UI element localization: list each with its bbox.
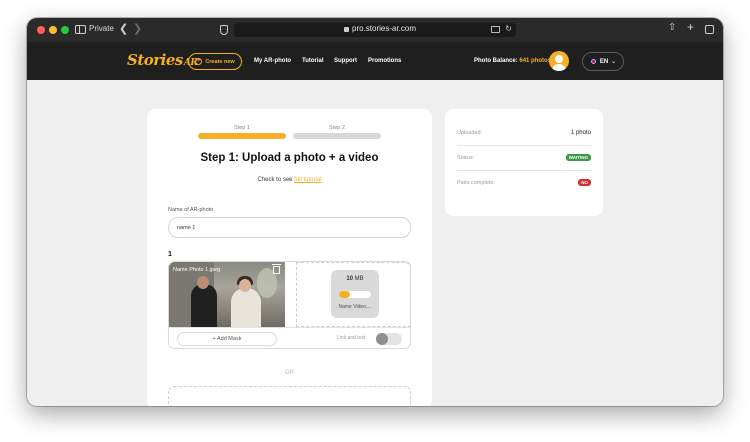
step-2-bar bbox=[293, 133, 381, 139]
user-avatar[interactable] bbox=[549, 51, 569, 71]
link-and-text-label: Link and text bbox=[337, 335, 366, 341]
photo-balance-value: 641 photos bbox=[519, 58, 552, 64]
step-2-label: Step 2 bbox=[329, 125, 345, 131]
step-1-label: Step 1 bbox=[234, 125, 250, 131]
site-header: StoriesAR + Create new My AR-photo Tutor… bbox=[27, 42, 723, 80]
plus-circle-icon: + bbox=[195, 58, 203, 65]
nav-tutorial[interactable]: Tutorial bbox=[302, 58, 324, 64]
link-and-text-toggle[interactable] bbox=[376, 333, 402, 345]
zoom-window-button[interactable] bbox=[61, 26, 69, 34]
page-title: Step 1: Upload a photo + a video bbox=[200, 152, 379, 164]
language-selector[interactable]: EN ⌄ bbox=[582, 52, 624, 71]
chevron-down-icon: ⌄ bbox=[611, 59, 617, 65]
new-tab-icon[interactable]: + bbox=[687, 20, 694, 34]
pairs-complete-row: Pairs complete: NO bbox=[457, 171, 591, 196]
item-index: 1 bbox=[168, 251, 172, 258]
uploaded-value: 1 photo bbox=[570, 130, 591, 136]
address-bar[interactable]: pro.stories-ar.com ↻ bbox=[234, 23, 516, 37]
photo-file-name: Name Photo 1.jpeg bbox=[173, 267, 221, 273]
browser-toolbar: Private ❮ ❯ pro.stories-ar.com ↻ ⇧ + bbox=[27, 18, 723, 42]
minimize-window-button[interactable] bbox=[49, 26, 57, 34]
photo-preview[interactable]: Name Photo 1.jpeg bbox=[169, 262, 285, 327]
lock-icon bbox=[344, 27, 349, 32]
summary-card: Uploaded: 1 photo Status: WAITING Pairs … bbox=[445, 109, 603, 216]
tutorial-hint: Check to see full tutorial bbox=[257, 177, 322, 183]
video-dropzone[interactable]: 10 MB Name Video.... bbox=[296, 262, 411, 327]
language-label: EN bbox=[599, 58, 609, 65]
nav-my-ar-photo[interactable]: My AR-photo bbox=[254, 58, 291, 64]
photo-balance: Photo Balance: 641 photos bbox=[474, 58, 552, 64]
status-badge: WAITING bbox=[565, 154, 591, 161]
pair-options: + Add Mask Link and text bbox=[169, 327, 410, 349]
full-tutorial-link[interactable]: full tutorial bbox=[294, 177, 321, 183]
trash-icon[interactable] bbox=[272, 264, 281, 274]
close-window-button[interactable] bbox=[37, 26, 45, 34]
nav-support[interactable]: Support bbox=[334, 58, 357, 64]
uk-flag-icon bbox=[589, 58, 597, 65]
share-icon[interactable]: ⇧ bbox=[668, 22, 676, 33]
video-file-name: Name Video.... bbox=[338, 304, 372, 310]
status-row: Status: WAITING bbox=[457, 146, 591, 171]
name-field-label: Name of AR-photo bbox=[168, 207, 214, 213]
step-1-bar bbox=[198, 133, 286, 139]
video-progress-fill bbox=[339, 291, 351, 298]
ar-photo-name-input[interactable] bbox=[168, 217, 411, 238]
sidebar-toggle-icon[interactable] bbox=[75, 25, 86, 34]
add-mask-button[interactable]: + Add Mask bbox=[177, 332, 277, 346]
reload-icon[interactable]: ↻ bbox=[505, 24, 512, 33]
create-new-button[interactable]: + Create new bbox=[188, 53, 242, 70]
uploaded-row: Uploaded: 1 photo bbox=[457, 121, 591, 146]
video-size: 10 MB bbox=[346, 276, 364, 282]
create-new-label: Create new bbox=[205, 58, 235, 65]
or-divider: OR bbox=[285, 370, 294, 376]
tab-overview-icon[interactable] bbox=[705, 25, 714, 34]
browser-window: Private ❮ ❯ pro.stories-ar.com ↻ ⇧ + Sto… bbox=[27, 18, 723, 406]
url-text: pro.stories-ar.com bbox=[352, 24, 417, 33]
upload-pair: Name Photo 1.jpeg 10 MB Name Video.... +… bbox=[168, 261, 411, 349]
pairs-complete-badge: NO bbox=[578, 179, 591, 186]
upload-card: Step 1 Step 2 Step 1: Upload a photo + a… bbox=[147, 109, 432, 406]
nav-promotions[interactable]: Promotions bbox=[368, 58, 401, 64]
translate-icon[interactable] bbox=[491, 26, 500, 33]
private-mode-label: Private bbox=[89, 24, 114, 33]
second-upload-dropzone[interactable] bbox=[168, 386, 411, 406]
video-progress-bar bbox=[339, 291, 371, 298]
back-arrow-icon[interactable]: ❮ bbox=[119, 22, 128, 35]
privacy-shield-icon[interactable] bbox=[220, 25, 228, 35]
stories-ar-logo[interactable]: StoriesAR bbox=[127, 51, 198, 69]
video-upload-card: 10 MB Name Video.... bbox=[331, 270, 379, 318]
forward-arrow-icon[interactable]: ❯ bbox=[133, 22, 142, 35]
